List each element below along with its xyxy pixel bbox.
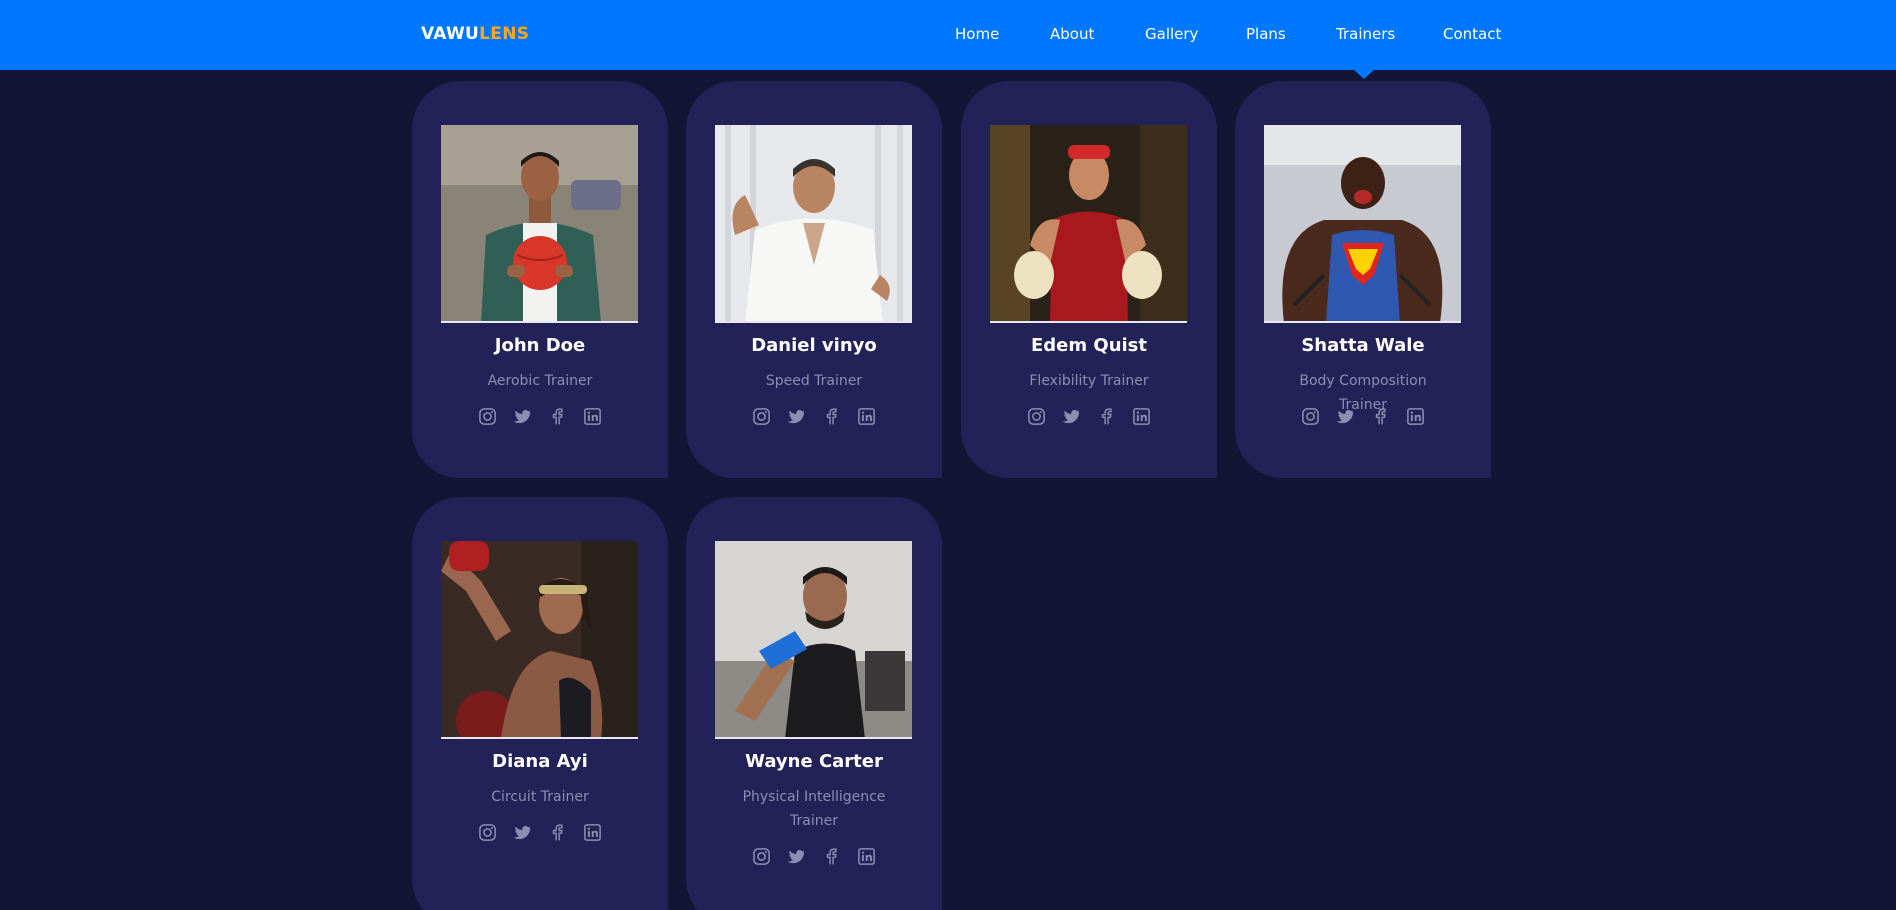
nav-link-contact[interactable]: Contact (1443, 25, 1501, 43)
brand-logo-part1: VAWU (421, 24, 480, 44)
facebook-icon[interactable] (1371, 407, 1390, 426)
social-links (412, 823, 668, 842)
linkedin-icon[interactable] (1132, 407, 1151, 426)
active-nav-indicator (1354, 70, 1374, 79)
trainer-card: John Doe Aerobic Trainer (412, 81, 668, 478)
twitter-icon[interactable] (1336, 407, 1355, 426)
instagram-icon[interactable] (752, 407, 771, 426)
trainer-photo (715, 541, 912, 739)
instagram-icon[interactable] (478, 407, 497, 426)
social-links (1235, 407, 1491, 426)
twitter-icon[interactable] (513, 407, 532, 426)
brand-logo[interactable]: VAWULENS (421, 24, 529, 44)
trainer-photo (990, 125, 1187, 323)
twitter-icon[interactable] (787, 847, 806, 866)
instagram-icon[interactable] (752, 847, 771, 866)
linkedin-icon[interactable] (857, 407, 876, 426)
twitter-icon[interactable] (787, 407, 806, 426)
trainer-card: Shatta Wale Body Composition Trainer (1235, 81, 1491, 478)
top-navbar: VAWULENS Home About Gallery Plans Traine… (0, 0, 1896, 70)
instagram-icon[interactable] (1301, 407, 1320, 426)
linkedin-icon[interactable] (857, 847, 876, 866)
nav-link-trainers[interactable]: Trainers (1336, 25, 1395, 43)
linkedin-icon[interactable] (583, 407, 602, 426)
brand-logo-part2: LENS (479, 24, 530, 44)
twitter-icon[interactable] (513, 823, 532, 842)
social-links (686, 847, 942, 866)
trainer-name: Shatta Wale (1301, 335, 1425, 356)
trainer-role: Flexibility Trainer (1029, 373, 1149, 389)
instagram-icon[interactable] (478, 823, 497, 842)
nav-link-plans[interactable]: Plans (1246, 25, 1286, 43)
facebook-icon[interactable] (548, 823, 567, 842)
trainer-photo (441, 541, 638, 739)
man-holding-ball-image (441, 125, 638, 321)
trainer-photo (1264, 125, 1461, 323)
nav-link-gallery[interactable]: Gallery (1145, 25, 1198, 43)
martial-arts-man-image (715, 125, 912, 321)
social-links (961, 407, 1217, 426)
trainer-role: Speed Trainer (765, 373, 863, 389)
trainer-card: Diana Ayi Circuit Trainer (412, 497, 668, 910)
trainer-photo (715, 125, 912, 323)
nav-link-home[interactable]: Home (955, 25, 999, 43)
facebook-icon[interactable] (822, 847, 841, 866)
trainer-card: Wayne Carter Physical Intelligence Train… (686, 497, 942, 910)
social-links (412, 407, 668, 426)
trainer-name: John Doe (494, 335, 586, 356)
trainer-card: Edem Quist Flexibility Trainer (961, 81, 1217, 478)
trainer-name: Diana Ayi (492, 751, 588, 772)
linkedin-icon[interactable] (1406, 407, 1425, 426)
woman-boxer-image (441, 541, 638, 737)
trainer-name: Daniel vinyo (751, 335, 877, 356)
trainer-photo (441, 125, 638, 323)
trainer-role: Aerobic Trainer (487, 373, 593, 389)
instagram-icon[interactable] (1027, 407, 1046, 426)
facebook-icon[interactable] (822, 407, 841, 426)
trainer-name: Wayne Carter (745, 751, 883, 772)
muscular-man-image (1264, 125, 1461, 321)
man-pointing-image (715, 541, 912, 737)
trainer-role: Circuit Trainer (491, 789, 589, 805)
boxer-red-tank-image (990, 125, 1187, 321)
nav-link-about[interactable]: About (1050, 25, 1094, 43)
twitter-icon[interactable] (1062, 407, 1081, 426)
social-links (686, 407, 942, 426)
facebook-icon[interactable] (548, 407, 567, 426)
facebook-icon[interactable] (1097, 407, 1116, 426)
trainer-card: Daniel vinyo Speed Trainer (686, 81, 942, 478)
trainer-role: Physical Intelligence Trainer (742, 789, 886, 829)
trainer-name: Edem Quist (1030, 335, 1147, 356)
linkedin-icon[interactable] (583, 823, 602, 842)
